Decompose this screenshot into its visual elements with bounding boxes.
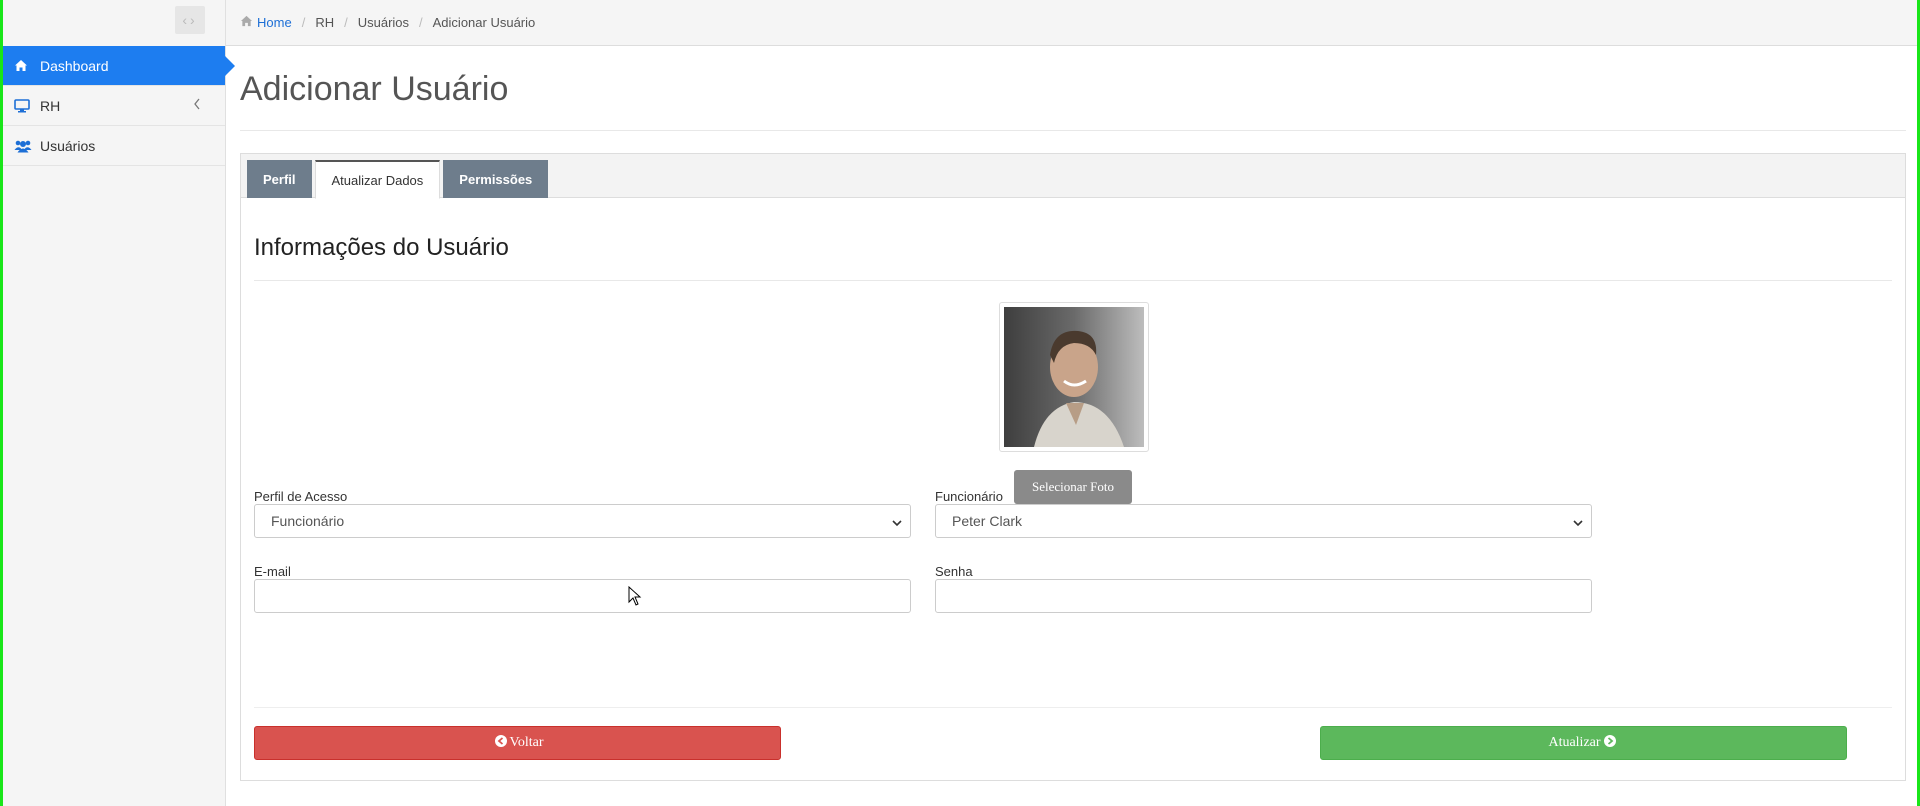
back-button-label: Voltar: [509, 735, 544, 750]
breadcrumb-current: Adicionar Usuário: [432, 15, 536, 30]
senha-label: Senha: [935, 564, 973, 579]
sidebar: ‹› Dashboard RH Usuários: [0, 0, 235, 806]
home-icon: [14, 59, 36, 72]
update-button[interactable]: Atualizar: [1320, 726, 1847, 760]
chevron-down-icon: [892, 515, 902, 531]
funcionario-value: Peter Clark: [952, 513, 1023, 529]
user-panel: Perfil Atualizar Dados Permissões Inform…: [240, 153, 1906, 781]
breadcrumb-separator: /: [419, 15, 423, 30]
sidebar-item-usuarios[interactable]: Usuários: [0, 126, 225, 166]
user-photo-frame: [999, 302, 1149, 452]
email-label: E-mail: [254, 564, 291, 579]
sidebar-item-dashboard[interactable]: Dashboard: [0, 46, 235, 86]
breadcrumb: Home / RH / Usuários / Adicionar Usuário: [226, 0, 1920, 46]
breadcrumb-rh-link[interactable]: RH: [315, 15, 334, 30]
breadcrumb-home-link[interactable]: Home: [240, 15, 292, 30]
chevron-left-icon: [193, 98, 201, 113]
sidebar-toggle-button[interactable]: ‹›: [175, 6, 205, 34]
sidebar-item-label: Dashboard: [40, 57, 109, 74]
mouse-cursor-icon: [628, 586, 642, 606]
arrow-circle-left-icon: [492, 734, 510, 752]
users-icon: [14, 139, 36, 153]
email-field[interactable]: [254, 579, 911, 613]
window-frame-left: [0, 0, 3, 806]
select-photo-button[interactable]: Selecionar Foto: [1014, 470, 1132, 504]
breadcrumb-separator: /: [344, 15, 348, 30]
back-button[interactable]: Voltar: [254, 726, 781, 760]
code-arrows-icon: ‹›: [182, 12, 198, 28]
funcionario-select[interactable]: Peter Clark: [935, 504, 1592, 538]
sidebar-item-rh[interactable]: RH: [0, 86, 225, 126]
perfil-acesso-value: Funcionário: [271, 513, 345, 529]
arrow-circle-right-icon: [1601, 734, 1619, 752]
sidebar-item-label: Usuários: [40, 137, 96, 154]
tab-atualizar-dados[interactable]: Atualizar Dados: [314, 160, 441, 199]
title-divider: [240, 130, 1906, 131]
funcionario-label: Funcionário: [935, 489, 1003, 504]
user-photo: [1004, 307, 1144, 447]
breadcrumb-separator: /: [301, 15, 306, 30]
chevron-down-icon: [1573, 515, 1583, 531]
breadcrumb-usuarios-link[interactable]: Usuários: [358, 15, 409, 30]
senha-field[interactable]: [935, 579, 1592, 613]
monitor-icon: [14, 98, 36, 113]
home-icon: [240, 15, 253, 30]
section-title: Informações do Usuário: [254, 234, 509, 261]
page-title: Adicionar Usuário: [240, 70, 509, 108]
tab-bar: Perfil Atualizar Dados Permissões: [241, 154, 1905, 199]
perfil-acesso-label: Perfil de Acesso: [254, 489, 348, 504]
tab-permissoes[interactable]: Permissões: [443, 160, 549, 198]
form-divider: [254, 707, 1892, 708]
tab-perfil[interactable]: Perfil: [247, 160, 312, 198]
update-button-label: Atualizar: [1548, 735, 1601, 750]
perfil-acesso-select[interactable]: Funcionário: [254, 504, 911, 538]
sidebar-item-label: RH: [40, 97, 61, 114]
section-divider: [254, 280, 1892, 281]
breadcrumb-home-label: Home: [257, 15, 292, 30]
sidebar-header: ‹›: [0, 0, 225, 46]
main-content: Adicionar Usuário Perfil Atualizar Dados…: [240, 46, 1906, 781]
